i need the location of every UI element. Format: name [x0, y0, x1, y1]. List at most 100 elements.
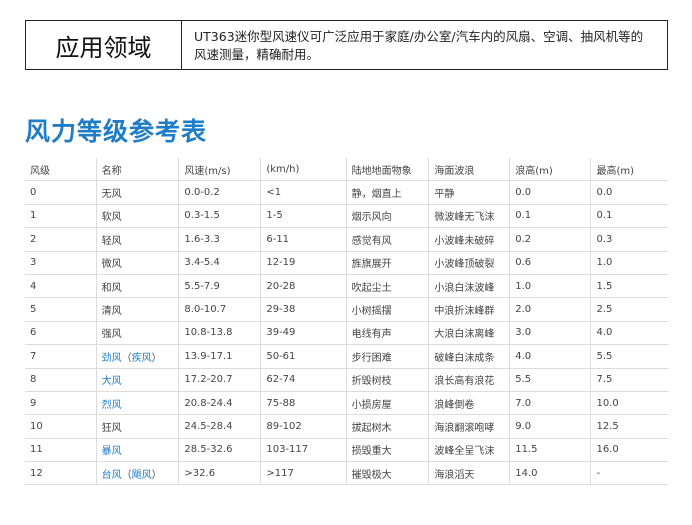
cell-name: 劲风（疾风） [96, 344, 180, 369]
cell-speed-ms: 10.8-13.8 [178, 321, 262, 346]
cell-speed-ms: 20.8-24.4 [178, 391, 262, 416]
col-header-speed-kmh: (km/h) [260, 158, 347, 182]
cell-speed-ms: 17.2-20.7 [178, 368, 262, 392]
cell-speed-kmh: 39-49 [260, 321, 347, 346]
wind-name-link[interactable]: 台风 [102, 470, 122, 481]
wind-name-link[interactable]: 劲风 [102, 353, 122, 364]
wind-name-text: ） [151, 469, 162, 481]
application-field-description: UT363迷你型风速仪可广泛应用于家庭/办公室/汽车内的风扇、空调、抽风机等的风… [194, 29, 644, 62]
col-header-name: 名称 [96, 158, 180, 182]
cell-speed-ms: 1.6-3.3 [178, 227, 262, 252]
cell-level: 2 [25, 227, 97, 252]
cell-sea-wave: 大浪白沫离峰 [428, 321, 511, 346]
cell-wave-height: 0.2 [509, 227, 592, 252]
col-header-sea-wave: 海面波浪 [428, 158, 511, 182]
cell-level: 1 [25, 204, 97, 229]
cell-land-effect: 小损房屋 [346, 391, 430, 416]
cell-land-effect: 折毁树枝 [346, 368, 430, 392]
cell-sea-wave: 海浪翻滚咆哮 [428, 414, 511, 439]
cell-land-effect: 静，烟直上 [346, 180, 430, 205]
cell-max-height: 16.0 [590, 438, 668, 463]
cell-land-effect: 损毁重大 [346, 438, 430, 463]
cell-speed-kmh: 103-117 [260, 438, 347, 463]
wind-name-text: 无风 [101, 189, 122, 201]
cell-speed-kmh: 75-88 [260, 391, 347, 416]
cell-max-height: 0.1 [590, 204, 668, 229]
cell-name: 狂风 [96, 414, 180, 439]
wind-name-link[interactable]: 疾风 [132, 353, 152, 364]
wind-name-text: 清风 [101, 306, 122, 318]
cell-sea-wave: 微波峰无飞沫 [428, 204, 511, 229]
cell-name: 微风 [96, 251, 180, 275]
cell-sea-wave: 小浪白沫波峰 [428, 274, 511, 299]
cell-speed-kmh: 62-74 [260, 368, 347, 392]
cell-max-height: 12.5 [590, 414, 668, 439]
cell-max-height: 10.0 [590, 391, 668, 416]
cell-max-height: 5.5 [590, 344, 668, 369]
cell-level: 11 [25, 438, 97, 463]
cell-land-effect: 步行困难 [346, 344, 430, 369]
cell-wave-height: 7.0 [509, 391, 592, 416]
cell-speed-ms: 24.5-28.4 [178, 414, 262, 439]
cell-level: 12 [25, 461, 97, 486]
wind-scale-table: 风级 名称 风速(m/s) (km/h) 陆地地面物象 海面波浪 浪高(m) 最… [25, 158, 668, 486]
cell-speed-kmh: <1 [260, 180, 347, 205]
cell-speed-ms: >32.6 [178, 461, 262, 486]
cell-sea-wave: 破峰白沫成条 [428, 344, 511, 369]
table-row: 2 轻风 1.6-3.3 6-11 感觉有风 小波峰未破碎 0.2 0.3 [25, 227, 668, 252]
cell-speed-ms: 3.4-5.4 [178, 251, 262, 275]
cell-name: 台风（飓风） [96, 461, 180, 486]
cell-level: 4 [25, 274, 97, 299]
wind-name-text: 强风 [101, 329, 122, 341]
cell-name: 清风 [96, 297, 180, 322]
cell-max-height: 4.0 [590, 321, 668, 346]
cell-land-effect: 旌旗展开 [346, 251, 430, 275]
col-header-max-height: 最高(m) [590, 158, 668, 182]
cell-wave-height: 2.0 [509, 297, 592, 322]
cell-speed-kmh: 1-5 [260, 204, 347, 229]
table-row: 5 清风 8.0-10.7 29-38 小树摇摆 中浪折沫峰群 2.0 2.5 [25, 297, 668, 322]
cell-max-height: 0.0 [590, 180, 668, 205]
cell-level: 8 [25, 368, 97, 392]
cell-max-height: 2.5 [590, 297, 668, 322]
cell-wave-height: 0.6 [509, 251, 592, 275]
application-field-title: 应用领域 [26, 21, 182, 69]
table-header-row: 风级 名称 风速(m/s) (km/h) 陆地地面物象 海面波浪 浪高(m) 最… [25, 158, 668, 182]
cell-speed-kmh: >117 [260, 461, 347, 486]
col-header-wave-height: 浪高(m) [509, 158, 592, 182]
wind-name-text: 轻风 [101, 235, 122, 247]
table-row: 0 无风 0.0-0.2 <1 静，烟直上 平静 0.0 0.0 [25, 180, 668, 205]
cell-land-effect: 感觉有风 [346, 227, 430, 252]
cell-sea-wave: 中浪折沫峰群 [428, 297, 511, 322]
table-row: 6 强风 10.8-13.8 39-49 电线有声 大浪白沫离峰 3.0 4.0 [25, 321, 668, 346]
cell-max-height: - [590, 461, 668, 486]
cell-wave-height: 0.0 [509, 180, 592, 205]
cell-name: 强风 [96, 321, 180, 346]
wind-name-link[interactable]: 飓风 [132, 470, 152, 481]
wind-name-link[interactable]: 暴风 [102, 446, 122, 457]
wind-name-link[interactable]: 烈风 [102, 400, 122, 411]
table-row: 7 劲风（疾风） 13.9-17.1 50-61 步行困难 破峰白沫成条 4.0 5.5 [25, 344, 668, 369]
cell-wave-height: 9.0 [509, 414, 592, 439]
cell-land-effect: 电线有声 [346, 321, 430, 346]
cell-speed-kmh: 6-11 [260, 227, 347, 252]
col-header-speed-ms: 风速(m/s) [178, 158, 262, 182]
cell-land-effect: 拔起树木 [346, 414, 430, 439]
wind-name-text: ） [151, 352, 162, 364]
cell-speed-kmh: 20-28 [260, 274, 347, 299]
cell-name: 无风 [96, 180, 180, 205]
cell-sea-wave: 浪峰倒卷 [428, 391, 511, 416]
table-row: 10 狂风 24.5-28.4 89-102 拔起树木 海浪翻滚咆哮 9.0 12.5 [25, 414, 668, 439]
table-row: 8 大风 17.2-20.7 62-74 折毁树枝 浪长高有浪花 5.5 7.5 [25, 368, 668, 392]
cell-wave-height: 5.5 [509, 368, 592, 392]
table-row: 1 软风 0.3-1.5 1-5 烟示风向 微波峰无飞沫 0.1 0.1 [25, 204, 668, 229]
cell-level: 6 [25, 321, 97, 346]
wind-name-text: 微风 [101, 259, 122, 271]
wind-name-link[interactable]: 大风 [102, 376, 122, 387]
cell-speed-ms: 0.3-1.5 [178, 204, 262, 229]
cell-sea-wave: 小波峰未破碎 [428, 227, 511, 252]
wind-scale-title: 风力等级参考表 [25, 117, 208, 146]
cell-max-height: 7.5 [590, 368, 668, 392]
col-header-level: 风级 [25, 158, 97, 182]
cell-wave-height: 3.0 [509, 321, 592, 346]
